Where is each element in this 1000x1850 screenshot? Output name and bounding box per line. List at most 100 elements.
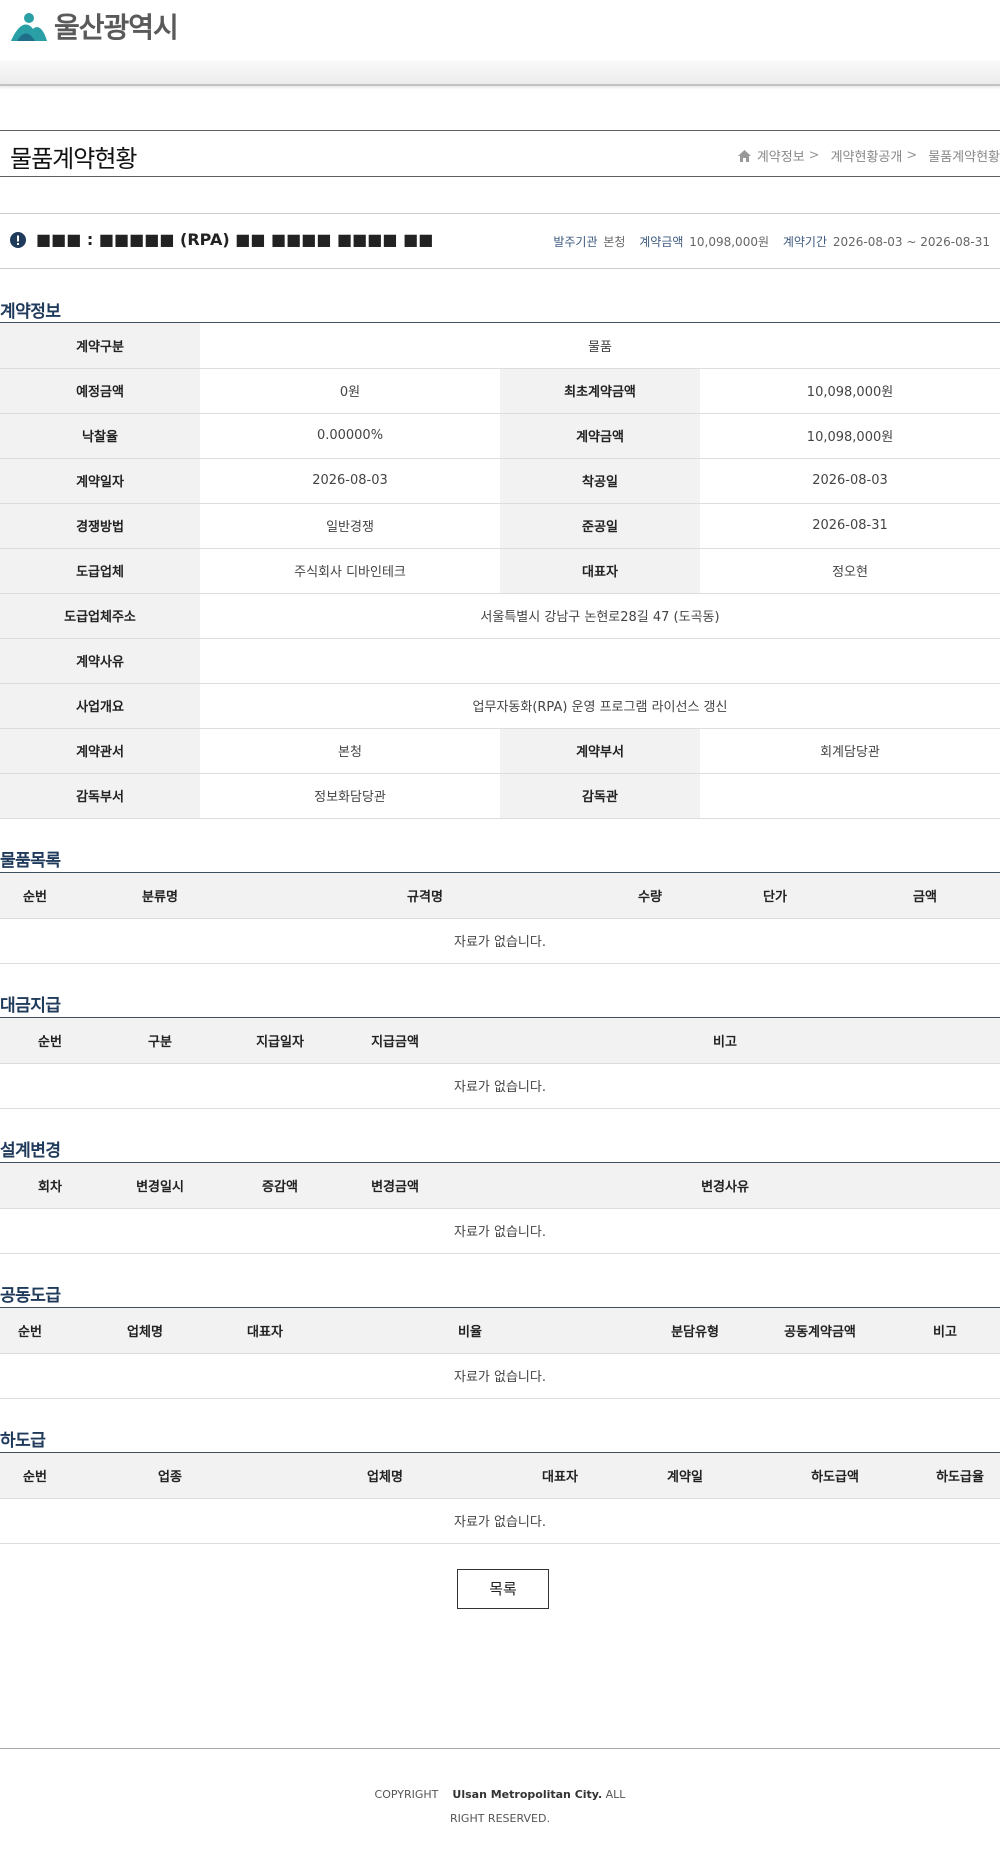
column-header: 금액 xyxy=(850,873,1000,919)
table-header-row: 회차 변경일시 증감액 변경금액 변경사유 xyxy=(0,1163,1000,1209)
column-header: 비율 xyxy=(300,1308,640,1354)
logo-text: 울산광역시 xyxy=(54,11,179,44)
info-label: 계약부서 xyxy=(500,728,700,774)
info-label: 계약사유 xyxy=(0,638,200,684)
empty-message: 자료가 없습니다. xyxy=(0,1063,1000,1109)
column-header: 업종 xyxy=(70,1453,270,1499)
info-label: 준공일 xyxy=(500,503,700,549)
column-header: 변경일시 xyxy=(100,1163,220,1209)
breadcrumb: 계약정보 > 계약현황공개 > 물품계약현황 xyxy=(737,146,1000,165)
info-value xyxy=(200,638,1000,684)
empty-message: 자료가 없습니다. xyxy=(0,1353,1000,1399)
info-label: 감독관 xyxy=(500,773,700,819)
info-value: 정보화담당관 xyxy=(200,773,500,819)
info-label: 계약구분 xyxy=(0,323,200,369)
info-label: 도급업체 xyxy=(0,548,200,594)
table-row: 자료가 없습니다. xyxy=(0,1353,1000,1399)
meta-label-agency: 발주기관 xyxy=(553,235,598,249)
meta-label-period: 계약기간 xyxy=(782,235,827,249)
summary-meta: 발주기관 본청 계약금액 10,098,000원 계약기간 2026-08-03… xyxy=(543,233,990,250)
column-header: 증감액 xyxy=(220,1163,340,1209)
info-label: 감독부서 xyxy=(0,773,200,819)
column-header: 순번 xyxy=(0,1308,60,1354)
info-value xyxy=(700,773,1000,819)
column-header: 업체명 xyxy=(270,1453,500,1499)
contract-name: ■■■ : ■■■■■ (RPA) ■■ ■■■■ ■■■■ ■■ xyxy=(36,230,434,249)
table-row: 자료가 없습니다. xyxy=(0,918,1000,964)
empty-message: 자료가 없습니다. xyxy=(0,1498,1000,1544)
payment-table: 순번 구분 지급일자 지급금액 비고 자료가 없습니다. xyxy=(0,1018,1000,1109)
table-header-row: 순번 업체명 대표자 비율 분담유형 공동계약금액 비고 xyxy=(0,1308,1000,1354)
info-label: 사업개요 xyxy=(0,683,200,729)
table-row: 계약관서 본청 계약부서 회계담당관 xyxy=(0,728,1000,774)
info-value: 회계담당관 xyxy=(700,728,1000,774)
meta-label-amount: 계약금액 xyxy=(639,235,684,249)
breadcrumb-separator: > xyxy=(808,148,820,163)
column-header: 수량 xyxy=(600,873,700,919)
contract-info-table: 계약구분 물품 예정금액 0원 최초계약금액 10,098,000원 낙찰율 0… xyxy=(0,323,1000,819)
empty-message: 자료가 없습니다. xyxy=(0,1208,1000,1254)
column-header: 지급일자 xyxy=(220,1018,340,1064)
column-header: 단가 xyxy=(700,873,850,919)
info-value: 10,098,000원 xyxy=(700,413,1000,459)
table-row: 자료가 없습니다. xyxy=(0,1063,1000,1109)
info-value: 0원 xyxy=(200,368,500,414)
column-header: 분류명 xyxy=(70,873,250,919)
column-header: 변경금액 xyxy=(340,1163,450,1209)
breadcrumb-item-contract-info[interactable]: 계약정보 xyxy=(757,146,805,165)
subcontract-table: 순번 업종 업체명 대표자 계약일 하도급액 하도급율 자료가 없습니다. xyxy=(0,1453,1000,1544)
info-value: 정오현 xyxy=(700,548,1000,594)
info-label: 경쟁방법 xyxy=(0,503,200,549)
info-label: 최초계약금액 xyxy=(500,368,700,414)
breadcrumb-separator: > xyxy=(906,148,918,163)
info-label: 낙찰율 xyxy=(0,413,200,459)
column-header: 순번 xyxy=(0,1453,70,1499)
table-row: 예정금액 0원 최초계약금액 10,098,000원 xyxy=(0,368,1000,414)
info-value: 2026-08-31 xyxy=(700,503,1000,549)
table-row: 감독부서 정보화담당관 감독관 xyxy=(0,773,1000,819)
column-header: 회차 xyxy=(0,1163,100,1209)
section-title-design-change: 설계변경 xyxy=(0,1141,61,1161)
column-header: 대표자 xyxy=(500,1453,620,1499)
info-value: 0.00000% xyxy=(200,413,500,459)
column-header: 규격명 xyxy=(250,873,600,919)
column-header: 분담유형 xyxy=(640,1308,750,1354)
info-value: 업무자동화(RPA) 운영 프로그램 라이선스 갱신 xyxy=(200,683,1000,729)
meta-value-amount: 10,098,000원 xyxy=(689,235,769,249)
table-row: 도급업체 주식회사 디바인테크 대표자 정오현 xyxy=(0,548,1000,594)
alert-icon xyxy=(10,232,26,248)
breadcrumb-item-contract-disclosure[interactable]: 계약현황공개 xyxy=(831,146,903,165)
column-header: 변경사유 xyxy=(450,1163,1000,1209)
column-header: 구분 xyxy=(100,1018,220,1064)
section-title-contract-info: 계약정보 xyxy=(0,302,61,322)
table-row: 계약구분 물품 xyxy=(0,323,1000,369)
contract-summary: ■■■ : ■■■■■ (RPA) ■■ ■■■■ ■■■■ ■■ 발주기관 본… xyxy=(0,213,1000,269)
table-row: 경쟁방법 일반경쟁 준공일 2026-08-31 xyxy=(0,503,1000,549)
ulsan-logo-icon xyxy=(11,13,47,41)
home-icon[interactable] xyxy=(737,149,751,162)
breadcrumb-item-goods-contract[interactable]: 물품계약현황 xyxy=(928,146,1000,165)
page-title: 물품계약현황 xyxy=(10,145,137,173)
column-header: 순번 xyxy=(0,1018,100,1064)
site-logo[interactable]: 울산광역시 xyxy=(9,8,179,44)
list-button[interactable]: 목록 xyxy=(457,1569,549,1609)
copyright-owner: Ulsan Metropolitan City. xyxy=(452,1788,603,1801)
info-label: 대표자 xyxy=(500,548,700,594)
column-header: 비고 xyxy=(450,1018,1000,1064)
column-header: 업체명 xyxy=(60,1308,230,1354)
info-value: 2026-08-03 xyxy=(700,458,1000,504)
meta-value-period: 2026-08-03 ~ 2026-08-31 xyxy=(832,235,990,249)
info-label: 계약일자 xyxy=(0,458,200,504)
table-header-row: 순번 분류명 규격명 수량 단가 금액 xyxy=(0,873,1000,919)
column-header: 비고 xyxy=(890,1308,1000,1354)
info-value: 서울특별시 강남구 논현로28길 47 (도곡동) xyxy=(200,593,1000,639)
table-row: 계약사유 xyxy=(0,638,1000,684)
table-row: 자료가 없습니다. xyxy=(0,1208,1000,1254)
column-header: 하도급율 xyxy=(920,1453,1000,1499)
info-label: 계약관서 xyxy=(0,728,200,774)
table-row: 자료가 없습니다. xyxy=(0,1498,1000,1544)
site-header: 울산광역시 xyxy=(0,0,1000,88)
info-value: 물품 xyxy=(200,323,1000,369)
design-change-table: 회차 변경일시 증감액 변경금액 변경사유 자료가 없습니다. xyxy=(0,1163,1000,1254)
goods-table: 순번 분류명 규격명 수량 단가 금액 자료가 없습니다. xyxy=(0,873,1000,964)
